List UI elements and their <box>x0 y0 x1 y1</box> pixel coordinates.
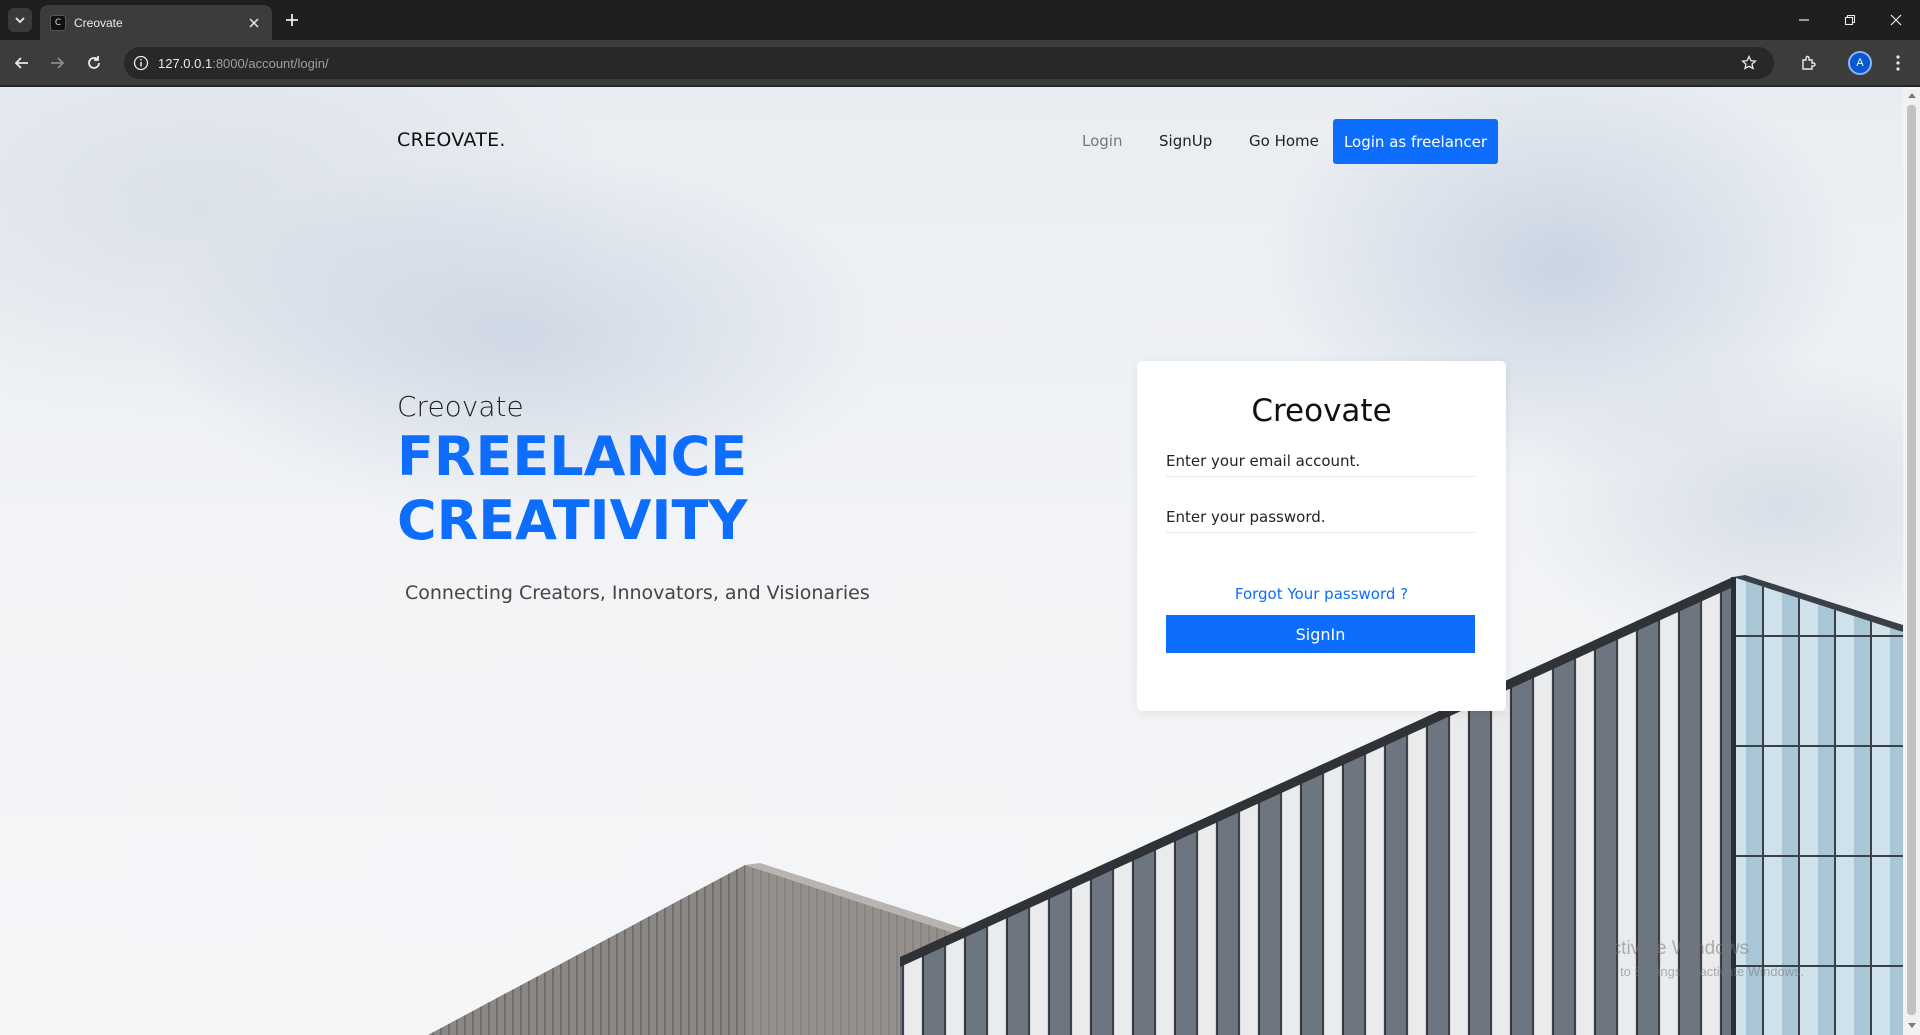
nav-go-home-link[interactable]: Go Home <box>1249 132 1319 150</box>
minimize-icon[interactable] <box>1782 0 1826 40</box>
profile-initial: A <box>1848 51 1872 75</box>
hero-subtitle: Connecting Creators, Innovators, and Vis… <box>405 582 870 604</box>
scroll-down-arrow-icon[interactable] <box>1907 1021 1916 1031</box>
chevron-down-icon <box>15 17 25 24</box>
email-field[interactable] <box>1166 445 1475 477</box>
forward-arrow-icon[interactable] <box>45 51 69 75</box>
watermark-line-2: Go to Settings to activate Windows. <box>1599 964 1805 979</box>
building-background-image <box>428 575 1903 1035</box>
login-as-freelancer-button[interactable]: Login as freelancer <box>1333 119 1498 164</box>
browser-tab-strip: C Creovate <box>0 0 1920 40</box>
login-card: Creovate Forgot Your password ? SignIn <box>1137 361 1506 711</box>
page-viewport: CREOVATE. Login SignUp Go Home Login as … <box>0 87 1903 1035</box>
tab-title: Creovate <box>74 15 123 30</box>
reload-icon[interactable] <box>82 51 106 75</box>
watermark-line-1: Activate Windows <box>1599 938 1749 959</box>
forgot-password-link[interactable]: Forgot Your password ? <box>1137 585 1506 603</box>
restore-icon[interactable] <box>1828 0 1872 40</box>
signin-button[interactable]: SignIn <box>1166 615 1475 653</box>
scroll-up-arrow-icon[interactable] <box>1907 90 1916 100</box>
hero-title: FREELANCE CREATIVITY <box>397 425 747 553</box>
password-field[interactable] <box>1166 501 1475 533</box>
bookmark-star-icon[interactable] <box>1740 54 1758 72</box>
url-path: :8000/account/login/ <box>212 55 329 71</box>
address-bar[interactable]: 127.0.0.1:8000/account/login/ <box>124 47 1774 79</box>
url-host: 127.0.0.1 <box>158 55 213 71</box>
site-info-icon[interactable] <box>132 54 150 72</box>
tab-close-icon[interactable] <box>246 15 262 31</box>
nav-login-link[interactable]: Login <box>1082 132 1122 150</box>
brand-logo[interactable]: CREOVATE. <box>397 129 506 151</box>
nav-signup-link[interactable]: SignUp <box>1159 132 1212 150</box>
window-close-icon[interactable] <box>1874 0 1918 40</box>
browser-toolbar: 127.0.0.1:8000/account/login/ A <box>0 40 1920 86</box>
hero-title-line-2: CREATIVITY <box>397 489 748 552</box>
login-card-title: Creovate <box>1251 393 1392 429</box>
new-tab-plus-icon[interactable] <box>282 10 302 30</box>
tab-search-button[interactable] <box>8 8 32 32</box>
browser-tab[interactable]: C Creovate <box>40 5 272 40</box>
hero-kicker: Creovate <box>397 390 524 423</box>
back-arrow-icon[interactable] <box>10 51 34 75</box>
favicon-icon: C <box>50 14 66 31</box>
windows-activation-watermark: Activate Windows Go to Settings to activ… <box>1599 938 1804 979</box>
extensions-puzzle-icon[interactable] <box>1797 51 1821 75</box>
kebab-menu-icon[interactable] <box>1886 51 1910 75</box>
hero-title-line-1: FREELANCE <box>397 425 748 488</box>
scrollbar-thumb[interactable] <box>1907 105 1916 1015</box>
page-scrollbar[interactable] <box>1903 87 1920 1035</box>
profile-avatar[interactable]: A <box>1848 51 1872 75</box>
